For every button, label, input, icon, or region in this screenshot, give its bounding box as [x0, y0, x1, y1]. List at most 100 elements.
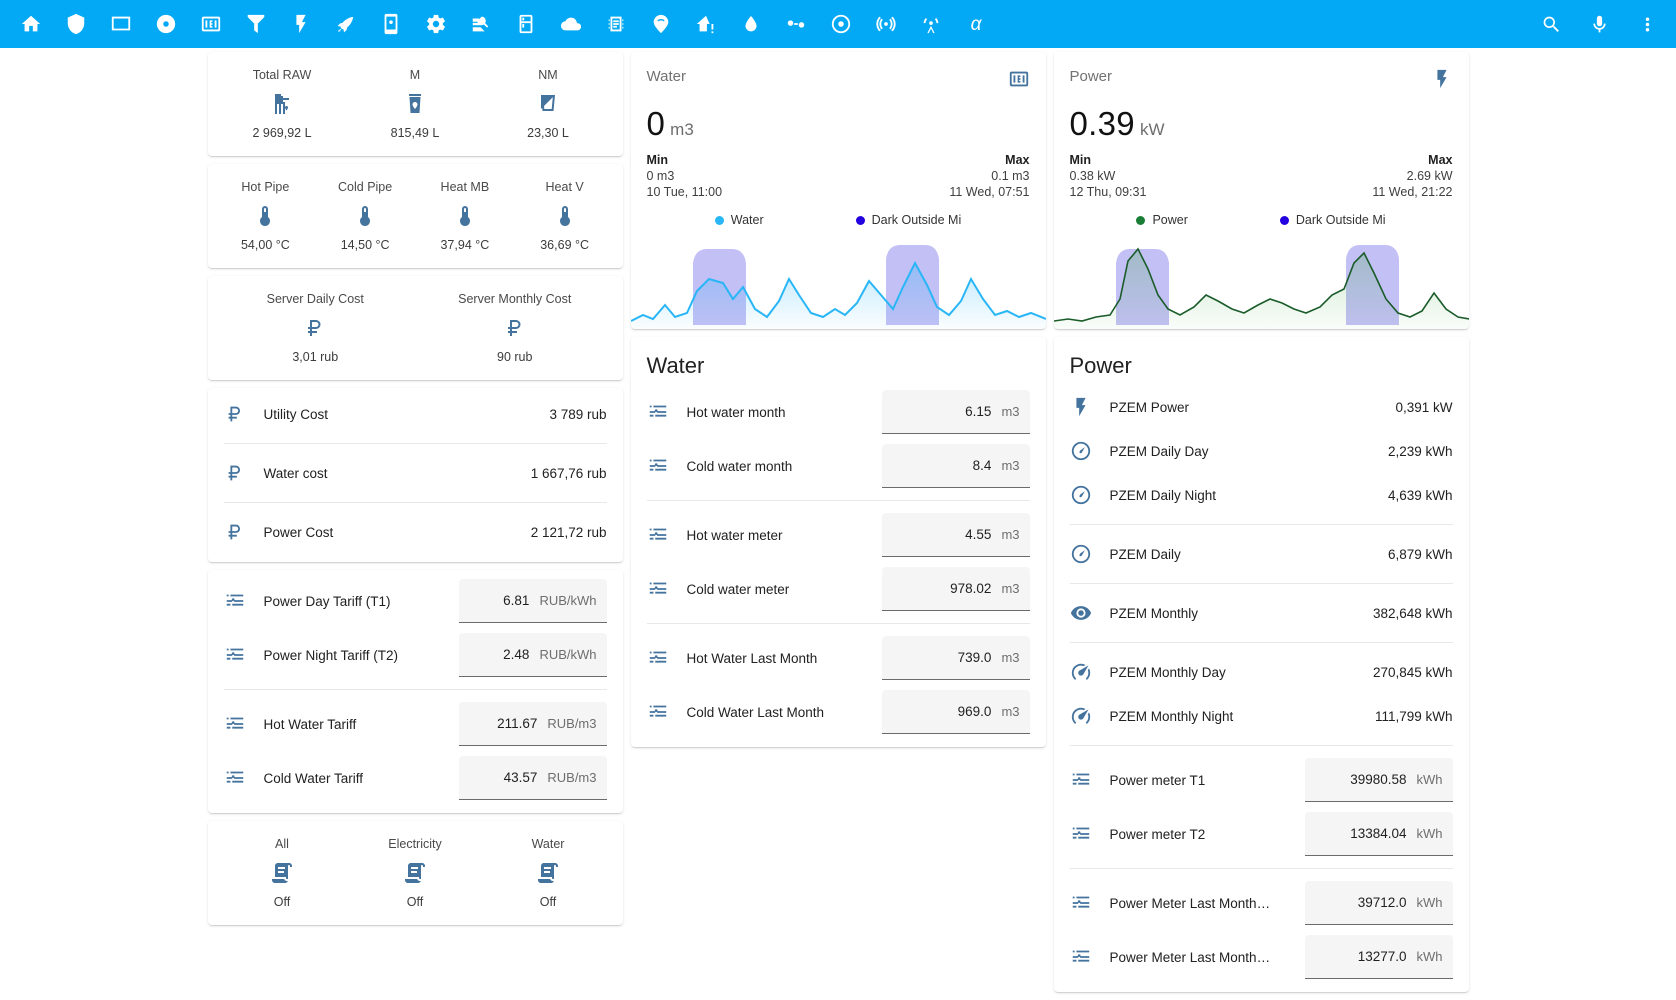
legend-item-dark-outside[interactable]: Dark Outside Mi	[855, 213, 961, 227]
table-row[interactable]: Hot water month 6.15 m3	[631, 385, 1046, 439]
table-row[interactable]: Power meter T1 39980.58 kWh	[1054, 753, 1469, 807]
rocket-icon[interactable]	[333, 11, 359, 37]
glance-item-electricity[interactable]: Electricity Off	[349, 837, 482, 909]
divider	[1069, 583, 1453, 584]
flash-icon[interactable]	[1431, 68, 1453, 95]
wifi-marker-icon[interactable]	[648, 11, 674, 37]
table-row[interactable]: Cold water meter 978.02 m3	[631, 562, 1046, 616]
heart-pulse-icon[interactable]	[468, 11, 494, 37]
glance-item-water[interactable]: Water Off	[482, 837, 615, 909]
glance-value: 90 rub	[497, 350, 533, 364]
home-alert-icon[interactable]	[693, 11, 719, 37]
glance-label: Electricity	[388, 837, 442, 851]
table-row[interactable]: Power Day Tariff (T1) 6.81 RUB/kWh	[208, 574, 623, 628]
table-row[interactable]: PZEM Monthly 382,648 kWh	[1054, 591, 1469, 635]
broadcast-icon[interactable]	[873, 11, 899, 37]
power-meter-number-input[interactable]: 39712.0 kWh	[1304, 881, 1453, 925]
divider	[1069, 745, 1453, 746]
glance-item-total-raw[interactable]: Total RAW 2 969,92 L	[216, 68, 349, 140]
temperature-glance-card: Hot Pipe 54,00 °C Cold Pipe 14,50 °C Hea…	[207, 164, 623, 268]
cloud-icon[interactable]	[558, 11, 584, 37]
table-row[interactable]: Power Meter Last Month… 39712.0 kWh	[1054, 876, 1469, 930]
ruble-icon	[224, 403, 264, 425]
gauge-icon	[1070, 543, 1110, 565]
tablet-icon[interactable]	[108, 11, 134, 37]
record-icon[interactable]	[153, 11, 179, 37]
glance-item-heat-mb[interactable]: Heat MB 37,94 °C	[415, 180, 515, 252]
table-row[interactable]: PZEM Daily 6,879 kWh	[1054, 532, 1469, 576]
input-unit: m3	[1001, 458, 1020, 473]
tariff-number-input[interactable]: 43.57 RUB/m3	[458, 756, 607, 800]
water-number-input[interactable]: 4.55 m3	[881, 513, 1030, 557]
entity-name: Power Meter Last Month…	[1109, 949, 1271, 965]
water-number-input[interactable]: 978.02 m3	[881, 567, 1030, 611]
stat-unit: kW	[1139, 120, 1165, 139]
water-number-input[interactable]: 6.15 m3	[881, 390, 1030, 434]
glance-item-cold-pipe[interactable]: Cold Pipe 14,50 °C	[315, 180, 415, 252]
chip-icon[interactable]	[603, 11, 629, 37]
thermometer-icon	[253, 203, 277, 229]
entity-name: Hot water month	[686, 404, 786, 420]
search-icon[interactable]	[1538, 11, 1564, 37]
table-row[interactable]: Utility Cost 3 789 rub	[208, 392, 623, 436]
table-row[interactable]: Power Night Tariff (T2) 2.48 RUB/kWh	[208, 628, 623, 682]
legend-item-dark-outside[interactable]: Dark Outside Mi	[1279, 213, 1386, 227]
entity-name: Cold water meter	[686, 581, 790, 597]
table-row[interactable]: PZEM Power 0,391 kW	[1054, 385, 1469, 429]
microphone-icon[interactable]	[1586, 11, 1612, 37]
legend-item-power[interactable]: Power	[1136, 213, 1188, 227]
water-number-input[interactable]: 969.0 m3	[881, 690, 1030, 734]
glance-label: Water	[531, 837, 565, 851]
table-row[interactable]: Power meter T2 13384.04 kWh	[1054, 807, 1469, 861]
table-row[interactable]: Hot Water Tariff 211.67 RUB/m3	[208, 697, 623, 751]
table-row[interactable]: PZEM Monthly Day 270,845 kWh	[1054, 650, 1469, 694]
alpha-icon[interactable]: α	[963, 11, 989, 37]
flash-icon[interactable]	[288, 11, 314, 37]
water-icon[interactable]	[738, 11, 764, 37]
water-number-input[interactable]: 739.0 m3	[881, 636, 1030, 680]
fridge-icon[interactable]	[513, 11, 539, 37]
overflow-menu-icon[interactable]	[1634, 11, 1660, 37]
glance-item-hot-pipe[interactable]: Hot Pipe 54,00 °C	[216, 180, 316, 252]
cellphone-cog-icon[interactable]	[378, 11, 404, 37]
table-row[interactable]: Hot Water Last Month 739.0 m3	[631, 631, 1046, 685]
antenna-icon[interactable]	[918, 11, 944, 37]
glance-item-heat-v[interactable]: Heat V 36,69 °C	[515, 180, 615, 252]
cog-icon[interactable]	[423, 11, 449, 37]
power-meter-number-input[interactable]: 13384.04 kWh	[1304, 812, 1453, 856]
tariff-number-input[interactable]: 211.67 RUB/m3	[458, 702, 607, 746]
counter-icon[interactable]	[1008, 68, 1030, 95]
glance-item-nm[interactable]: NM 23,30 L	[482, 68, 615, 140]
water-number-input[interactable]: 8.4 m3	[881, 444, 1030, 488]
counter-icon[interactable]	[198, 11, 224, 37]
glance-item-all[interactable]: All Off	[216, 837, 349, 909]
table-row[interactable]: Hot water meter 4.55 m3	[631, 508, 1046, 562]
table-row[interactable]: Cold water month 8.4 m3	[631, 439, 1046, 493]
glance-item-m[interactable]: M 815,49 L	[349, 68, 482, 140]
tariff-number-input[interactable]: 6.81 RUB/kWh	[458, 579, 607, 623]
glance-item-server-monthly-cost[interactable]: Server Monthly Cost 90 rub	[415, 292, 615, 364]
legend-item-water[interactable]: Water	[714, 213, 764, 227]
input-unit: RUB/kWh	[539, 593, 597, 608]
table-row[interactable]: Power Cost 2 121,72 rub	[208, 510, 623, 554]
table-row[interactable]: Water cost 1 667,76 rub	[208, 451, 623, 495]
tune-icon	[647, 578, 687, 600]
shield-icon[interactable]	[63, 11, 89, 37]
table-row[interactable]: Cold Water Tariff 43.57 RUB/m3	[208, 751, 623, 805]
table-row[interactable]: PZEM Daily Night 4,639 kWh	[1054, 473, 1469, 517]
tune-icon	[224, 644, 264, 666]
circle-target-icon[interactable]	[828, 11, 854, 37]
home-icon[interactable]	[18, 11, 44, 37]
tariff-number-input[interactable]: 2.48 RUB/kWh	[458, 633, 607, 677]
table-row[interactable]: PZEM Daily Day 2,239 kWh	[1054, 429, 1469, 473]
table-row[interactable]: PZEM Monthly Night 111,799 kWh	[1054, 694, 1469, 738]
power-meter-number-input[interactable]: 39980.58 kWh	[1304, 758, 1453, 802]
glance-item-server-daily-cost[interactable]: Server Daily Cost 3,01 rub	[216, 292, 416, 364]
filter-icon[interactable]	[243, 11, 269, 37]
table-row[interactable]: Cold Water Last Month 969.0 m3	[631, 685, 1046, 739]
server-cost-glance: Server Daily Cost 3,01 rub Server Monthl…	[208, 276, 623, 380]
power-meter-number-input[interactable]: 13277.0 kWh	[1304, 935, 1453, 979]
pipe-valve-icon[interactable]	[783, 11, 809, 37]
table-row[interactable]: Power Meter Last Month… 13277.0 kWh	[1054, 930, 1469, 984]
tune-icon	[224, 767, 264, 789]
